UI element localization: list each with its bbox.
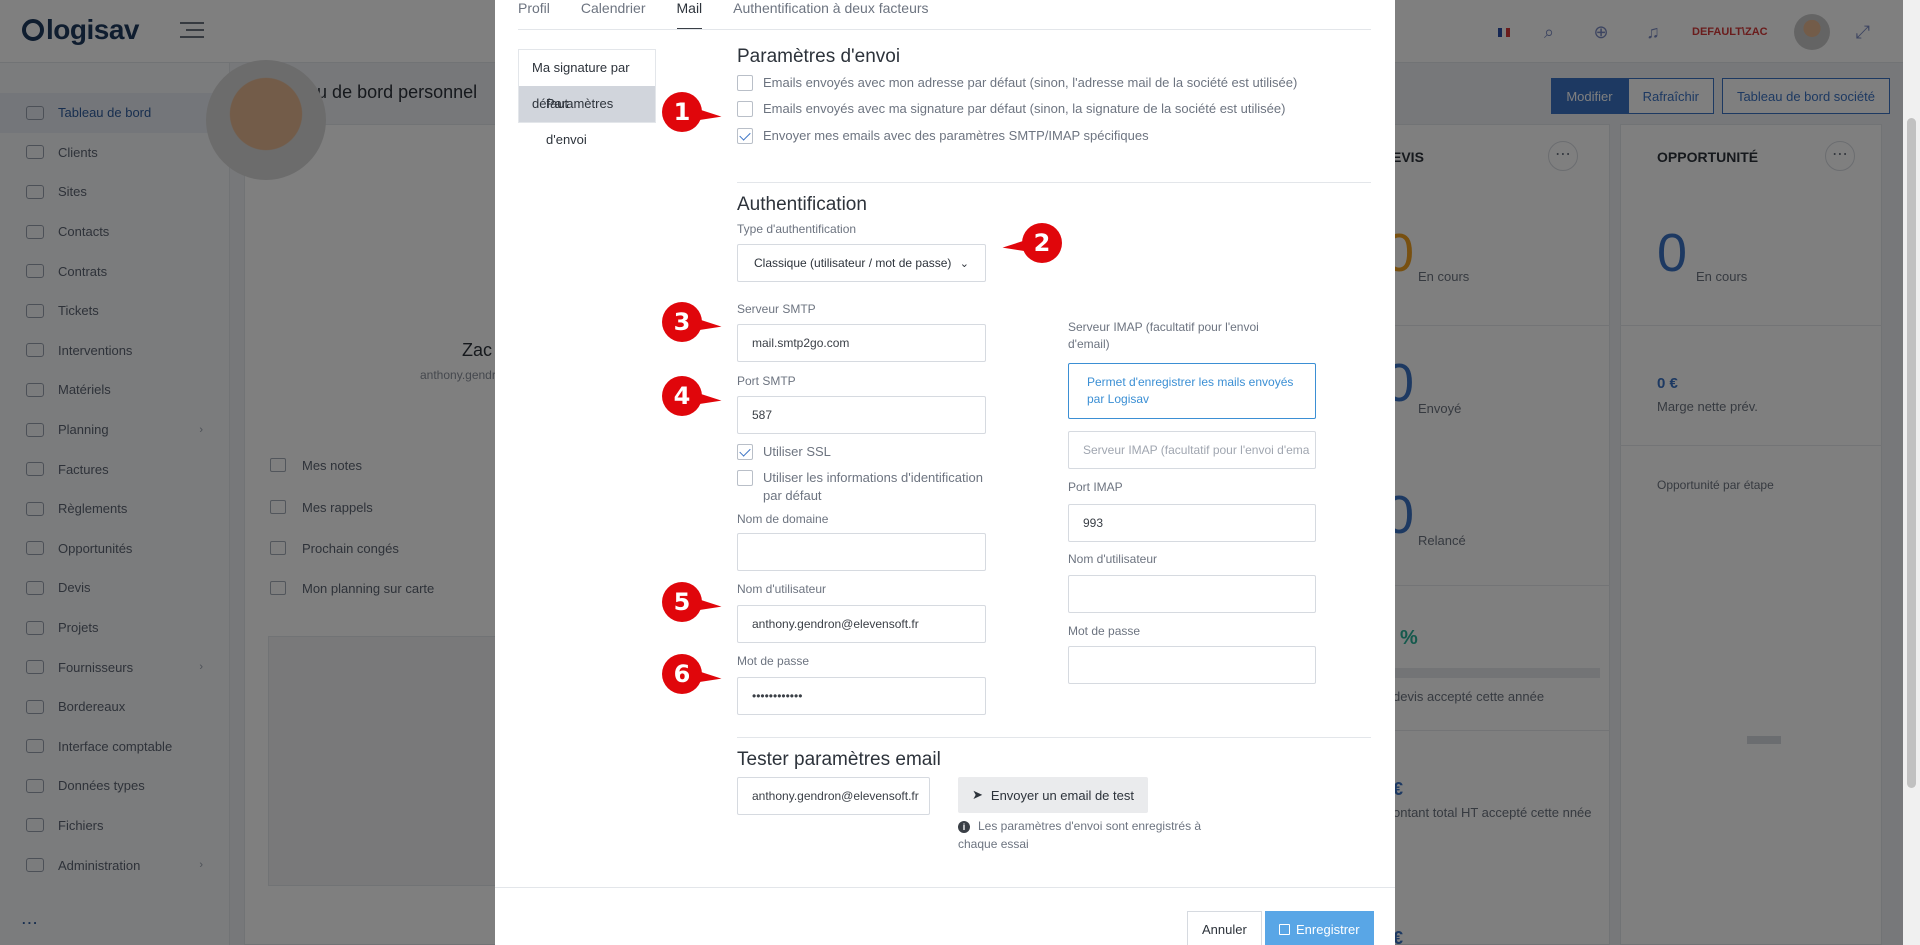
imap-username-label: Nom d'utilisateur: [1068, 552, 1157, 566]
floppy-icon: [1279, 923, 1290, 935]
tab-2fa[interactable]: Authentification à deux facteurs: [733, 0, 928, 30]
checkbox[interactable]: [737, 101, 753, 117]
password-label: Mot de passe: [737, 654, 810, 668]
mail-subnav: Ma signature par défaut Paramètres d'env…: [518, 49, 656, 147]
option-adresse-defaut[interactable]: Emails envoyés avec mon adresse par défa…: [737, 74, 1297, 92]
save-label: Enregistrer: [1296, 921, 1360, 937]
paper-plane-icon: ➤: [972, 787, 983, 802]
password-input[interactable]: ••••••••••••: [737, 677, 986, 715]
step-marker-6: 6: [662, 654, 702, 694]
option-signature-defaut[interactable]: Emails envoyés avec ma signature par déf…: [737, 100, 1285, 118]
checkbox-checked[interactable]: [737, 444, 753, 460]
checkbox-label: Emails envoyés avec mon adresse par défa…: [763, 75, 1298, 90]
select-value: Classique (utilisateur / mot de passe): [754, 256, 952, 270]
domain-input[interactable]: [737, 533, 986, 571]
test-note-text: Les paramètres d'envoi sont enregistrés …: [958, 819, 1202, 851]
username-label: Nom d'utilisateur: [737, 582, 826, 596]
step-marker-2: 2: [1022, 223, 1062, 263]
tab-calendrier[interactable]: Calendrier: [581, 0, 646, 30]
cancel-button[interactable]: Annuler: [1187, 911, 1262, 945]
imap-server-input[interactable]: Serveur IMAP (facultatif pour l'envoi d'…: [1068, 431, 1316, 469]
tab-mail[interactable]: Mail: [676, 0, 703, 30]
step-marker-3: 3: [662, 302, 702, 342]
modal-tabs: Profil Calendrier Mail Authentification …: [518, 0, 929, 30]
imap-port-input[interactable]: 993: [1068, 504, 1316, 542]
info-icon: i: [958, 821, 970, 833]
use-ssl-option[interactable]: Utiliser SSL: [737, 443, 831, 461]
imap-server-label: Serveur IMAP (facultatif pour l'envoi d'…: [1068, 320, 1259, 351]
send-test-label: Envoyer un email de test: [990, 787, 1134, 803]
auth-type-label: Type d'authentification: [737, 222, 857, 236]
smtp-port-input[interactable]: 587: [737, 396, 986, 434]
checkbox[interactable]: [737, 470, 753, 486]
step-marker-4: 4: [662, 376, 702, 416]
smtp-server-label: Serveur SMTP: [737, 302, 816, 316]
test-note: i Les paramètres d'envoi sont enregistrés…: [958, 817, 1228, 853]
checkbox[interactable]: [737, 75, 753, 91]
smtp-port-label: Port SMTP: [737, 374, 796, 388]
tab-profil[interactable]: Profil: [518, 0, 550, 30]
envoi-section-title: Paramètres d'envoi: [737, 46, 901, 67]
option-smtp-specifique[interactable]: Envoyer mes emails avec des paramètres S…: [737, 127, 1149, 145]
default-credentials-option[interactable]: Utiliser les informations d'identificati…: [737, 469, 997, 505]
imap-info-box: Permet d'enregistrer les mails envoyés p…: [1068, 363, 1316, 419]
test-email-input[interactable]: anthony.gendron@elevensoft.fr: [737, 777, 930, 815]
step-marker-1: 1: [662, 92, 702, 132]
domain-label: Nom de domaine: [737, 512, 829, 526]
chevron-down-icon: ⌄: [959, 257, 969, 270]
send-test-email-button[interactable]: ➤ Envoyer un email de test: [958, 777, 1148, 813]
checkbox-label: Utiliser SSL: [763, 444, 831, 459]
checkbox-label: Emails envoyés avec ma signature par déf…: [763, 101, 1286, 116]
smtp-server-input[interactable]: mail.smtp2go.com: [737, 324, 986, 362]
imap-username-input[interactable]: [1068, 575, 1316, 613]
username-input[interactable]: anthony.gendron@elevensoft.fr: [737, 605, 986, 643]
auth-section-title: Authentification: [737, 194, 867, 215]
settings-modal: Profil Calendrier Mail Authentification …: [495, 0, 1395, 945]
imap-password-input[interactable]: [1068, 646, 1316, 684]
imap-port-label: Port IMAP: [1068, 480, 1123, 494]
scrollbar-thumb[interactable]: [1907, 118, 1916, 788]
step-marker-5: 5: [662, 582, 702, 622]
subnav-signature[interactable]: Ma signature par défaut: [519, 50, 655, 111]
test-section-title: Tester paramètres email: [737, 749, 941, 770]
checkbox-label: Utiliser les informations d'identificati…: [763, 470, 983, 503]
imap-password-label: Mot de passe: [1068, 624, 1141, 638]
page-scrollbar[interactable]: [1903, 0, 1920, 945]
checkbox-label: Envoyer mes emails avec des paramètres S…: [763, 128, 1149, 143]
checkbox-checked[interactable]: [737, 128, 753, 144]
auth-type-select[interactable]: Classique (utilisateur / mot de passe) ⌄: [737, 244, 986, 282]
save-button[interactable]: Enregistrer: [1265, 911, 1374, 945]
